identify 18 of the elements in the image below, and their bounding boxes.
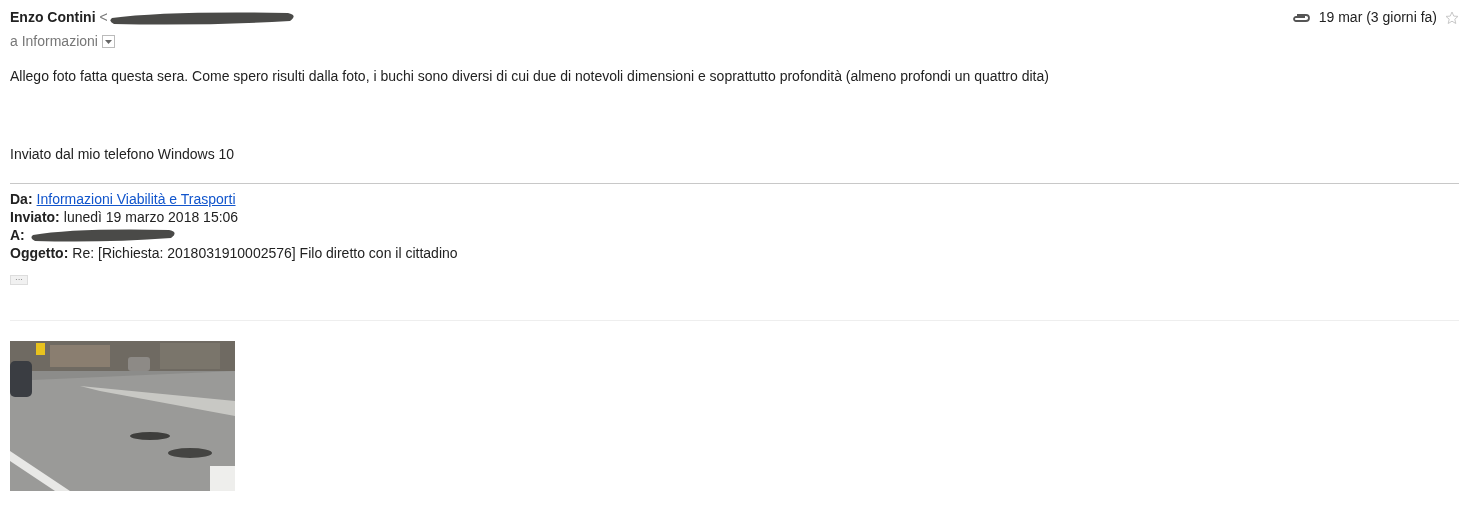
field-label: Da: bbox=[10, 190, 33, 208]
show-trimmed-button[interactable]: ··· bbox=[10, 275, 28, 285]
sender-link[interactable]: Informazioni Viabilità e Trasporti bbox=[36, 190, 236, 208]
field-label: A: bbox=[10, 226, 25, 244]
star-icon[interactable] bbox=[1445, 10, 1459, 25]
recipient: a Informazioni bbox=[10, 32, 98, 51]
sender-name: Enzo Contini bbox=[10, 8, 96, 27]
caret-icon bbox=[104, 39, 112, 44]
date: 19 mar (3 giorni fa) bbox=[1318, 8, 1437, 27]
dropdown-button[interactable] bbox=[101, 35, 115, 48]
field-label: Oggetto: bbox=[10, 244, 69, 262]
field-label: Inviato: bbox=[10, 208, 60, 226]
field-value: Re: [Richiesta: 2018031910002576] Filo diretto con il cittadino bbox=[72, 244, 458, 262]
sender-address: < bbox=[99, 8, 108, 27]
paperclip-icon bbox=[1290, 11, 1311, 24]
field-value: lunedì 19 marzo 2018 15:06 bbox=[63, 208, 239, 226]
message-text: Allego foto fatta questa sera. Come spero risulti dalla foto, i buchi sono diversi di cui due di notevoli dimensioni e soprattutto profondità (almeno profondi un quattro dita) bbox=[10, 67, 1050, 86]
signature: Inviato dal mio telefono Windows 10 bbox=[10, 145, 236, 164]
